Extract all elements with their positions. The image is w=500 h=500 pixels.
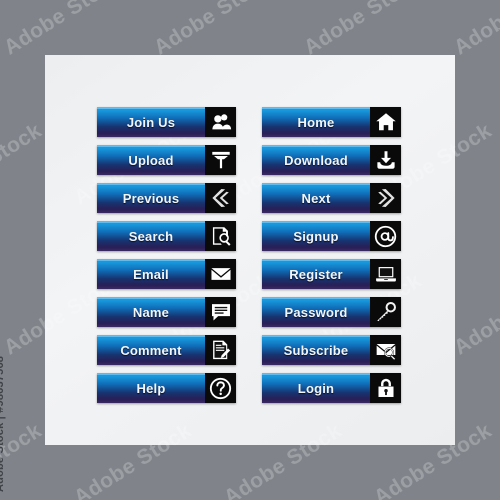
key-icon[interactable] xyxy=(370,297,401,327)
button-face[interactable]: Register xyxy=(262,259,370,289)
button-face[interactable]: Signup xyxy=(262,221,370,251)
stock-id-label: Adobe Stock | #98637568 xyxy=(0,355,6,492)
button-grid: Join Us Home Upload Download Previous Next Sea… xyxy=(97,107,401,403)
watermark-text: Adobe Stock xyxy=(450,0,500,60)
download-icon[interactable] xyxy=(370,145,401,175)
button-face[interactable]: Next xyxy=(262,183,370,213)
speech-bubble-icon[interactable] xyxy=(205,297,236,327)
upload-icon[interactable] xyxy=(205,145,236,175)
button-row: Email Register xyxy=(97,259,401,289)
users-icon[interactable] xyxy=(205,107,236,137)
button-row: Join Us Home xyxy=(97,107,401,137)
button-label: Download xyxy=(284,152,348,168)
button-label: Register xyxy=(289,266,343,282)
button-row: Previous Next xyxy=(97,183,401,213)
screenshot-canvas: Adobe Stock Adobe Stock Adobe Stock Adobe S… xyxy=(0,0,500,500)
button-row: Search Signup xyxy=(97,221,401,251)
button-label: Password xyxy=(284,304,348,320)
button-login[interactable]: Login xyxy=(262,373,401,403)
button-face[interactable]: Name xyxy=(97,297,205,327)
write-document-icon[interactable] xyxy=(205,335,236,365)
button-label: Email xyxy=(133,266,169,282)
button-row: Name Password xyxy=(97,297,401,327)
watermark-text: Adobe Stock xyxy=(0,419,46,500)
button-join-us[interactable]: Join Us xyxy=(97,107,236,137)
button-row: Comment Subscribe xyxy=(97,335,401,365)
button-signup[interactable]: Signup xyxy=(262,221,401,251)
button-label: Previous xyxy=(122,190,180,206)
button-email[interactable]: Email xyxy=(97,259,236,289)
envelope-icon[interactable] xyxy=(205,259,236,289)
watermark-text: Adobe Stock xyxy=(300,0,426,60)
button-name[interactable]: Name xyxy=(97,297,236,327)
button-label: Comment xyxy=(120,342,182,358)
button-next[interactable]: Next xyxy=(262,183,401,213)
laptop-icon[interactable] xyxy=(370,259,401,289)
button-password[interactable]: Password xyxy=(262,297,401,327)
button-label: Search xyxy=(128,228,174,244)
home-icon[interactable] xyxy=(370,107,401,137)
button-face[interactable]: Download xyxy=(262,145,370,175)
button-face[interactable]: Password xyxy=(262,297,370,327)
button-label: Join Us xyxy=(126,114,176,130)
button-download[interactable]: Download xyxy=(262,145,401,175)
button-help[interactable]: Help xyxy=(97,373,236,403)
question-circle-icon[interactable] xyxy=(205,373,236,403)
watermark-text: Adobe Stock xyxy=(0,119,46,209)
button-face[interactable]: Email xyxy=(97,259,205,289)
button-search[interactable]: Search xyxy=(97,221,236,251)
button-face[interactable]: Login xyxy=(262,373,370,403)
button-label: Upload xyxy=(128,152,174,168)
stock-id-strip: Adobe Stock | #98637568 xyxy=(0,0,26,500)
watermark-text: Adobe Stock xyxy=(450,269,500,360)
button-label: Login xyxy=(297,380,335,396)
button-comment[interactable]: Comment xyxy=(97,335,236,365)
button-label: Home xyxy=(297,114,335,130)
chevron-right-icon[interactable] xyxy=(370,183,401,213)
button-face[interactable]: Comment xyxy=(97,335,205,365)
button-subscribe[interactable]: Subscribe xyxy=(262,335,401,365)
button-face[interactable]: Upload xyxy=(97,145,205,175)
button-face[interactable]: Previous xyxy=(97,183,205,213)
button-face[interactable]: Home xyxy=(262,107,370,137)
button-label: Next xyxy=(301,190,331,206)
button-register[interactable]: Register xyxy=(262,259,401,289)
button-face[interactable]: Subscribe xyxy=(262,335,370,365)
button-previous[interactable]: Previous xyxy=(97,183,236,213)
watermark-text: Adobe Stock xyxy=(0,0,126,60)
button-label: Name xyxy=(132,304,170,320)
button-label: Help xyxy=(136,380,166,396)
button-face[interactable]: Help xyxy=(97,373,205,403)
search-document-icon[interactable] xyxy=(205,221,236,251)
button-label: Signup xyxy=(293,228,339,244)
watermark-text: Adobe Stock xyxy=(150,0,276,60)
button-home[interactable]: Home xyxy=(262,107,401,137)
button-row: Help Login xyxy=(97,373,401,403)
button-label: Subscribe xyxy=(283,342,349,358)
at-sign-icon[interactable] xyxy=(370,221,401,251)
padlock-icon[interactable] xyxy=(370,373,401,403)
button-row: Upload Download xyxy=(97,145,401,175)
button-upload[interactable]: Upload xyxy=(97,145,236,175)
envelope-search-icon[interactable] xyxy=(370,335,401,365)
button-face[interactable]: Join Us xyxy=(97,107,205,137)
button-face[interactable]: Search xyxy=(97,221,205,251)
chevron-left-icon[interactable] xyxy=(205,183,236,213)
